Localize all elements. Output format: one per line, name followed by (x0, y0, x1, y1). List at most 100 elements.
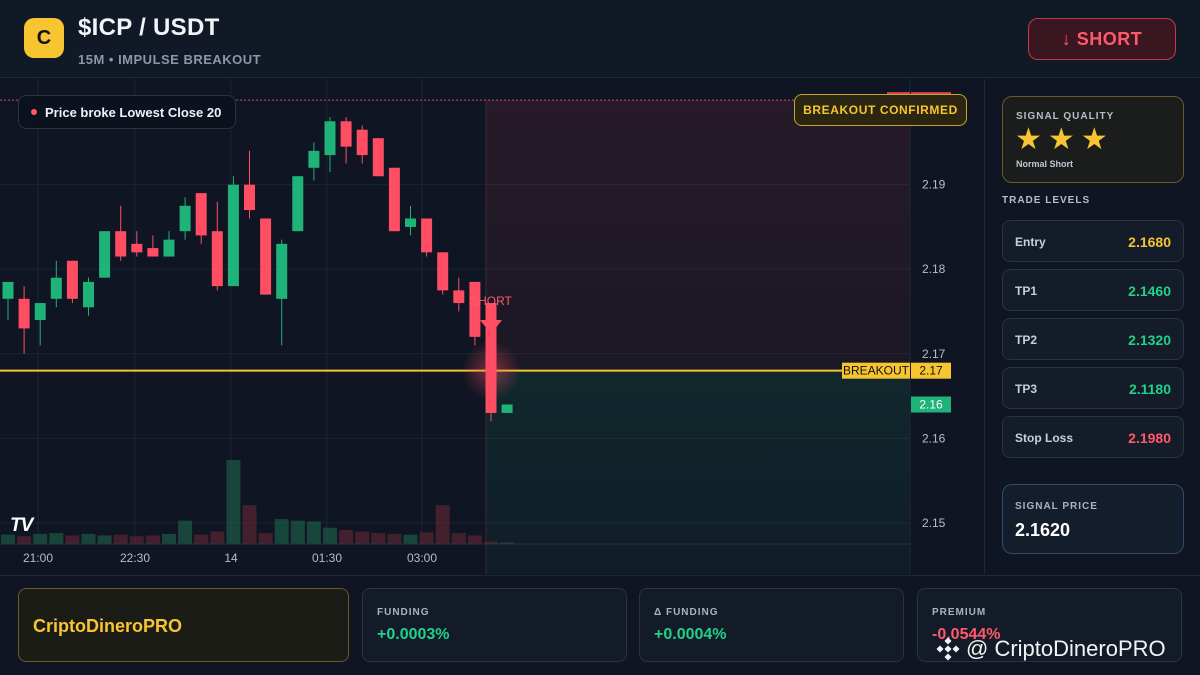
signal-panel: SIGNAL QUALITY ★ ★ ★ Normal Short TRADE LE… (986, 79, 1200, 574)
candle-body (179, 205, 191, 232)
level-value: 2.1980 (1128, 430, 1171, 446)
candle-body (99, 231, 111, 278)
volume-bar (355, 531, 370, 544)
funding-card: FUNDING +0.0003% (362, 588, 627, 662)
tradingview-logo-icon: TV (10, 515, 33, 536)
candle-body (131, 243, 143, 253)
volume-bar (81, 533, 96, 544)
candle-body (227, 184, 239, 287)
volume-bar (403, 534, 418, 544)
volume-bar (33, 533, 48, 544)
signal-price-value: 2.1620 (1015, 520, 1071, 540)
price-tick-label: 2.19 (922, 178, 946, 192)
volume-bars (1, 460, 515, 544)
level-row-entry: Entry 2.1680 (1002, 220, 1184, 262)
trade-levels-title: TRADE LEVELS (1002, 195, 1091, 206)
level-row-stop-loss: Stop Loss 2.1980 (1002, 416, 1184, 458)
footer: CriptoDineroPRO FUNDING +0.0003% Δ FUNDI… (0, 575, 1200, 675)
price-tick-label: 2.16 (922, 431, 946, 445)
watermark: @ CriptoDineroPRO (936, 636, 1166, 662)
volume-bar (387, 533, 402, 544)
time-tick-label: 14 (224, 551, 238, 565)
signal-price-label: SIGNAL PRICE (1015, 501, 1098, 512)
level-label: Stop Loss (1015, 431, 1074, 445)
volume-bar (113, 534, 128, 544)
volume-bar (145, 535, 160, 544)
breakout-confirmed-badge: BREAKOUT CONFIRMED (794, 94, 967, 126)
level-label: TP1 (1015, 284, 1038, 298)
candle-body (324, 121, 336, 156)
level-value: 2.1460 (1128, 283, 1171, 299)
candle-body (2, 281, 14, 299)
candle-body (147, 248, 159, 257)
candle-body (453, 290, 465, 304)
candle-body (66, 260, 78, 299)
time-tick-label: 21:00 (23, 551, 53, 565)
candle-body (372, 138, 384, 177)
red-dot-icon (31, 109, 37, 115)
star-icon: ★ (1047, 123, 1075, 156)
level-label: TP2 (1015, 333, 1038, 347)
candle-body (34, 303, 46, 320)
candle-body (469, 281, 481, 337)
volume-bar (371, 533, 386, 544)
volume-bar (435, 505, 450, 544)
stop-zone (486, 100, 910, 371)
candle-body (115, 231, 127, 257)
volume-bar (258, 533, 273, 544)
candle-body (260, 218, 272, 295)
candle-body (18, 298, 30, 329)
volume-bar (274, 519, 289, 544)
volume-bar (290, 520, 305, 544)
candle-body (437, 252, 449, 291)
volume-bar (97, 535, 112, 544)
volume-bar (242, 505, 257, 544)
candle-body (340, 121, 352, 147)
price-chart[interactable]: SHORT 2.202.192.182.172.162.1521:0022:30… (0, 79, 985, 574)
volume-bar (226, 460, 241, 544)
time-tick-label: 22:30 (120, 551, 150, 565)
signal-quality-card: SIGNAL QUALITY ★ ★ ★ Normal Short (1002, 96, 1184, 183)
volume-bar (65, 535, 80, 544)
signal-legend: Price broke Lowest Close 20 (18, 95, 237, 129)
chart-canvas[interactable]: SHORT 2.202.192.182.172.162.1521:0022:30… (0, 79, 985, 574)
volume-bar (323, 527, 337, 544)
level-label: Entry (1015, 235, 1046, 249)
volume-bar (210, 531, 225, 544)
stat-value: +0.0003% (377, 626, 450, 643)
volume-bar (178, 520, 193, 544)
legend-text: Price broke Lowest Close 20 (45, 104, 222, 120)
volume-bar (451, 533, 466, 544)
level-value: 2.1320 (1128, 332, 1171, 348)
candle-body (195, 193, 207, 236)
signal-quality-title: SIGNAL QUALITY (1016, 111, 1115, 122)
candle-body (388, 167, 400, 232)
pair-title: $ICP / USDT (78, 14, 220, 41)
coin-logo-icon: C (24, 18, 64, 58)
volume-bar (49, 533, 64, 544)
candle-body (421, 218, 433, 253)
star-icon: ★ (1080, 123, 1108, 156)
candle-body (50, 277, 62, 299)
candle-body (163, 239, 175, 257)
candle-body (292, 176, 304, 232)
breakout-value-tag: 2.17 (919, 364, 943, 378)
level-label: TP3 (1015, 382, 1038, 396)
volume-bar (194, 534, 209, 544)
time-tick-label: 01:30 (312, 551, 342, 565)
stat-value: +0.0004% (654, 626, 727, 643)
short-button[interactable]: ↓ SHORT (1028, 18, 1176, 60)
rating-stars: ★ ★ ★ (1015, 125, 1108, 155)
binance-logo-icon (936, 637, 960, 661)
candle-body (211, 231, 223, 287)
candle-body (356, 129, 368, 156)
signal-quality-level: Normal Short (1016, 159, 1074, 169)
candle-body (276, 243, 288, 299)
last-price-tag: 2.16 (919, 398, 943, 412)
entry-glow (461, 340, 521, 401)
level-row-tp3: TP3 2.1180 (1002, 367, 1184, 409)
level-value: 2.1680 (1128, 234, 1171, 250)
brand-card: CriptoDineroPRO (18, 588, 349, 662)
volume-bar (162, 533, 176, 544)
time-tick-label: 03:00 (407, 551, 437, 565)
